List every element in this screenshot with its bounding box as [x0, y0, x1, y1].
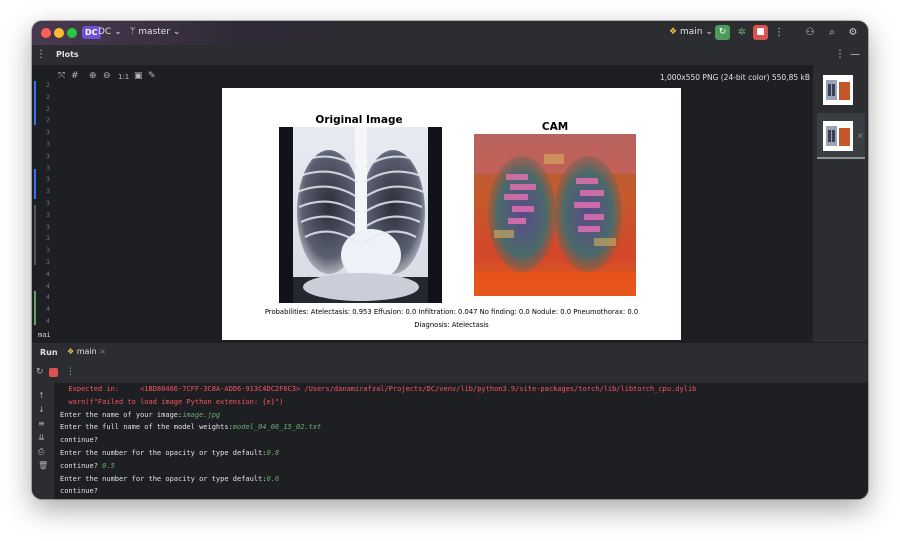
scroll-to-end-icon[interactable]: ⇊: [38, 433, 45, 442]
console-prompt-text: continue?: [60, 461, 103, 470]
print-icon[interactable]: ⎙: [38, 447, 44, 457]
console-line: Expected in: <1BD80466-7CFF-3C8A-ADD6-91…: [60, 385, 696, 393]
chevron-down-icon: ⌄: [172, 27, 181, 37]
console-prompt-text: Enter the full name of the model weights…: [60, 423, 233, 432]
more-actions-icon[interactable]: ⋮: [774, 26, 784, 39]
original-image-title: Original Image: [315, 114, 403, 126]
run-tab-label: Run: [40, 348, 58, 357]
color-picker-icon[interactable]: ✎: [148, 71, 156, 81]
change-marker: [34, 169, 36, 199]
console-line: warn(f"Failed to load image Python exten…: [60, 398, 283, 406]
plot-thumbnail[interactable]: [823, 75, 853, 105]
console-line: Enter the number for the opacity or type…: [60, 449, 279, 457]
rerun-icon: ↻: [718, 27, 727, 37]
branch-name: master: [138, 27, 171, 37]
console-toolbar: ↑ ↓ ≡ ⇊ ⎙ 🗑: [32, 383, 54, 499]
console-line: continue?: [60, 436, 98, 444]
branch-icon: ᛘ: [130, 27, 136, 37]
console-user-input: 0.5: [102, 461, 115, 470]
zoom-in-icon[interactable]: ⊕: [89, 71, 97, 81]
toolwindow-title: Plots: [56, 50, 79, 59]
console-error-text: warn(f"Failed to load image Python exten…: [60, 397, 284, 406]
image-info: 1,000x550 PNG (24-bit color) 550,85 kB: [659, 73, 810, 82]
add-user-icon[interactable]: ⚇: [804, 26, 816, 39]
console-prompt-text: Enter the name of your image:: [60, 410, 183, 419]
console-error-text: Expected in: <1BD80466-7CFF-3C8A-ADD6-91…: [60, 385, 697, 393]
settings-icon[interactable]: ⚙: [847, 26, 859, 39]
plots-toolwindow-header: ⋮ Plots ⋮ —: [32, 45, 868, 66]
console-prompt-text: Enter the number for the opacity or type…: [60, 449, 267, 457]
rerun-icon[interactable]: ↻: [36, 367, 44, 377]
stop-button[interactable]: ■: [753, 25, 768, 40]
minimize-window-button[interactable]: [54, 28, 64, 38]
project-name: DC: [98, 27, 112, 37]
run-config-tab[interactable]: ❖ main ×: [67, 347, 106, 356]
thumbnail-image: [826, 80, 850, 100]
console-prompt-text: Enter the number for the opacity or type…: [60, 474, 267, 483]
clear-all-icon[interactable]: 🗑: [38, 461, 48, 470]
thumbnail-image: [826, 126, 850, 146]
plot-thumbnail-selected[interactable]: [823, 121, 853, 151]
console-user-input: 0.8: [266, 449, 280, 457]
probabilities-text: Probabilities: Atelectasis: 0.953 Effusi…: [264, 308, 639, 316]
run-panel-header: Run ❖ main ×: [32, 342, 868, 363]
console-line: Enter the name of your image:image.jpg: [60, 411, 220, 419]
close-tab-icon[interactable]: ×: [99, 347, 106, 356]
close-thumbnail-icon[interactable]: ×: [857, 131, 864, 140]
console-prompt-text: continue?: [60, 436, 98, 445]
project-switcher[interactable]: DC ⌄: [98, 27, 122, 37]
chevron-down-icon: ⌄: [114, 27, 122, 37]
fit-icon[interactable]: ⤧: [58, 71, 65, 81]
run-config-tab-label: main: [76, 347, 97, 356]
image-icon[interactable]: ▣: [134, 71, 143, 81]
xray-image: [279, 127, 442, 303]
title-bar: DC DC ⌄ ᛘ master ⌄ ❖ main ⌄ ↻ ✲ ■ ⋮ ⚇ ⌕ …: [32, 21, 868, 45]
change-marker: [34, 205, 36, 265]
soft-wrap-icon[interactable]: ≡: [38, 419, 45, 428]
console-user-input: image.jpg: [182, 410, 221, 419]
plot-viewer: ⤧ # ⊕ ⊖ 1:1 ▣ ✎ 1,000x550 PNG (24-bit co…: [54, 65, 812, 342]
run-config-selector[interactable]: ❖ main ⌄: [669, 27, 713, 37]
actual-size-button[interactable]: 1:1: [118, 73, 129, 81]
scroll-up-icon[interactable]: ↑: [38, 391, 45, 400]
grid-icon[interactable]: #: [71, 71, 79, 81]
console-prompt-text: continue?: [60, 487, 98, 496]
rerun-button[interactable]: ↻: [715, 25, 730, 40]
plot-thumbnails-panel: ×: [812, 65, 868, 342]
diagnosis-text: Diagnosis: Atelectasis: [414, 321, 489, 329]
run-config-name: main: [679, 27, 703, 37]
stop-icon[interactable]: [49, 368, 58, 377]
chevron-down-icon: ⌄: [705, 27, 713, 37]
branch-switcher[interactable]: ᛘ master ⌄: [130, 27, 180, 37]
cam-title: CAM: [541, 121, 569, 133]
more-icon[interactable]: ⋮: [36, 48, 46, 61]
change-marker: [34, 81, 36, 125]
console-user-input: model_04_06_15_02.txt: [232, 423, 322, 432]
more-icon[interactable]: ⋮: [66, 367, 75, 377]
zoom-window-button[interactable]: [67, 28, 77, 38]
console-line: Enter the number for the opacity or type…: [60, 475, 279, 483]
python-icon: ❖: [67, 347, 75, 356]
console-user-input: 0.6: [266, 474, 280, 483]
console-line: continue?: [60, 487, 98, 495]
console-line: Enter the full name of the model weights…: [60, 423, 321, 431]
options-icon[interactable]: ⋮: [835, 48, 845, 61]
python-icon: ❖: [669, 27, 678, 37]
hide-icon[interactable]: —: [850, 48, 860, 61]
console-line: continue? 0.5: [60, 462, 115, 470]
scroll-down-icon[interactable]: ↓: [38, 405, 45, 414]
plot-figure: Original Image CAM Probabilities: Atelec…: [222, 88, 681, 340]
ide-window: DC DC ⌄ ᛘ master ⌄ ❖ main ⌄ ↻ ✲ ■ ⋮ ⚇ ⌕ …: [32, 21, 868, 499]
change-marker: [34, 291, 36, 325]
zoom-out-icon[interactable]: ⊖: [103, 71, 111, 81]
stop-icon: ■: [756, 27, 765, 37]
search-icon[interactable]: ⌕: [826, 26, 838, 39]
editor-gutter: 222233333333333344444 mai: [32, 65, 54, 342]
close-window-button[interactable]: [41, 28, 51, 38]
console-output[interactable]: ↑ ↓ ≡ ⇊ ⎙ 🗑 Expected in: <1BD80466-7CFF-…: [32, 383, 868, 499]
gutter-label: mai: [38, 331, 51, 339]
cam-heatmap-image: [474, 134, 636, 296]
run-actions-bar: ↻ ⋮: [32, 363, 868, 384]
debug-icon[interactable]: ✲: [735, 26, 749, 39]
